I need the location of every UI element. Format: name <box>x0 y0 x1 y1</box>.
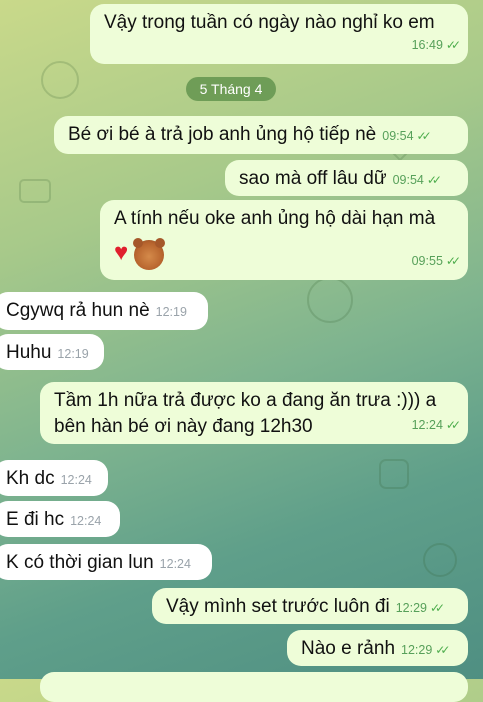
double-check-icon: ✓✓ <box>426 173 442 187</box>
double-check-icon: ✓✓ <box>430 601 445 615</box>
message-text: Vậy trong tuần có ngày nào nghỉ ko em <box>104 12 435 33</box>
double-check-icon: ✓✓ <box>445 38 461 52</box>
heart-emoji-icon: ♥ <box>114 239 129 267</box>
message-outgoing[interactable]: Vậy mình set trước luôn đi 12:29 ✓✓ <box>152 588 468 624</box>
double-check-icon: ✓✓ <box>445 254 461 268</box>
message-text: A tính nếu oke anh ủng hộ dài hạn mà <box>114 208 436 229</box>
bear-sticker-icon <box>133 238 166 270</box>
message-text: Nào e rảnh <box>301 638 396 659</box>
message-incoming[interactable]: Cgywq rả hun nè 12:19 <box>0 292 208 330</box>
double-check-icon: ✓✓ <box>445 418 461 432</box>
message-incoming[interactable]: Kh dc 12:24 <box>0 460 108 496</box>
message-text: E đi hc <box>6 509 65 530</box>
message-text: sao mà off lâu dữ <box>239 168 387 189</box>
message-text: Kh dc <box>6 468 55 489</box>
message-text: Bé ơi bé à trả job anh ủng hộ tiếp nè <box>68 124 377 145</box>
message-incoming[interactable]: E đi hc 12:24 <box>0 501 120 537</box>
double-check-icon: ✓✓ <box>416 129 432 143</box>
double-check-icon: ✓✓ <box>435 643 450 657</box>
message-incoming[interactable]: Huhu 12:19 <box>0 334 104 370</box>
message-text: Huhu <box>6 342 52 363</box>
message-outgoing[interactable]: Nào e rảnh 12:29 ✓✓ <box>287 630 468 666</box>
message-time: 12:29 <box>395 601 427 615</box>
message-text-line: Tầm 1h nữa trả được ko a đang ăn trưa :)… <box>54 390 437 411</box>
message-incoming[interactable]: K có thời gian lun 12:24 <box>0 544 212 580</box>
message-text-line: bên hàn bé ơi này đang 12h30 <box>54 416 313 437</box>
message-time: 09:55 <box>411 254 443 268</box>
message-outgoing[interactable]: sao mà off lâu dữ 09:54 ✓✓ <box>225 160 468 196</box>
message-outgoing-partial[interactable] <box>40 672 468 702</box>
message-time: 12:29 <box>401 643 433 657</box>
message-time: 09:54 <box>392 173 424 187</box>
message-text: K có thời gian lun <box>6 552 154 573</box>
message-time: 12:24 <box>70 514 102 528</box>
message-time: 12:24 <box>411 418 443 432</box>
message-time: 12:19 <box>155 305 187 319</box>
message-time: 12:24 <box>159 557 191 571</box>
message-outgoing[interactable]: Vậy trong tuần có ngày nào nghỉ ko em 16… <box>90 4 468 64</box>
message-time: 12:24 <box>60 473 92 487</box>
message-outgoing[interactable]: Tầm 1h nữa trả được ko a đang ăn trưa :)… <box>40 382 468 444</box>
message-text: Cgywq rả hun nè <box>6 300 150 321</box>
message-time: 16:49 <box>411 38 443 52</box>
message-time: 12:19 <box>57 347 89 361</box>
message-time: 09:54 <box>382 129 414 143</box>
message-outgoing[interactable]: Bé ơi bé à trả job anh ủng hộ tiếp nè 09:… <box>54 116 468 154</box>
date-divider: 5 Tháng 4 <box>186 77 276 101</box>
message-outgoing[interactable]: A tính nếu oke anh ủng hộ dài hạn mà ♥ 0… <box>100 200 468 280</box>
message-text: Vậy mình set trước luôn đi <box>166 596 390 617</box>
